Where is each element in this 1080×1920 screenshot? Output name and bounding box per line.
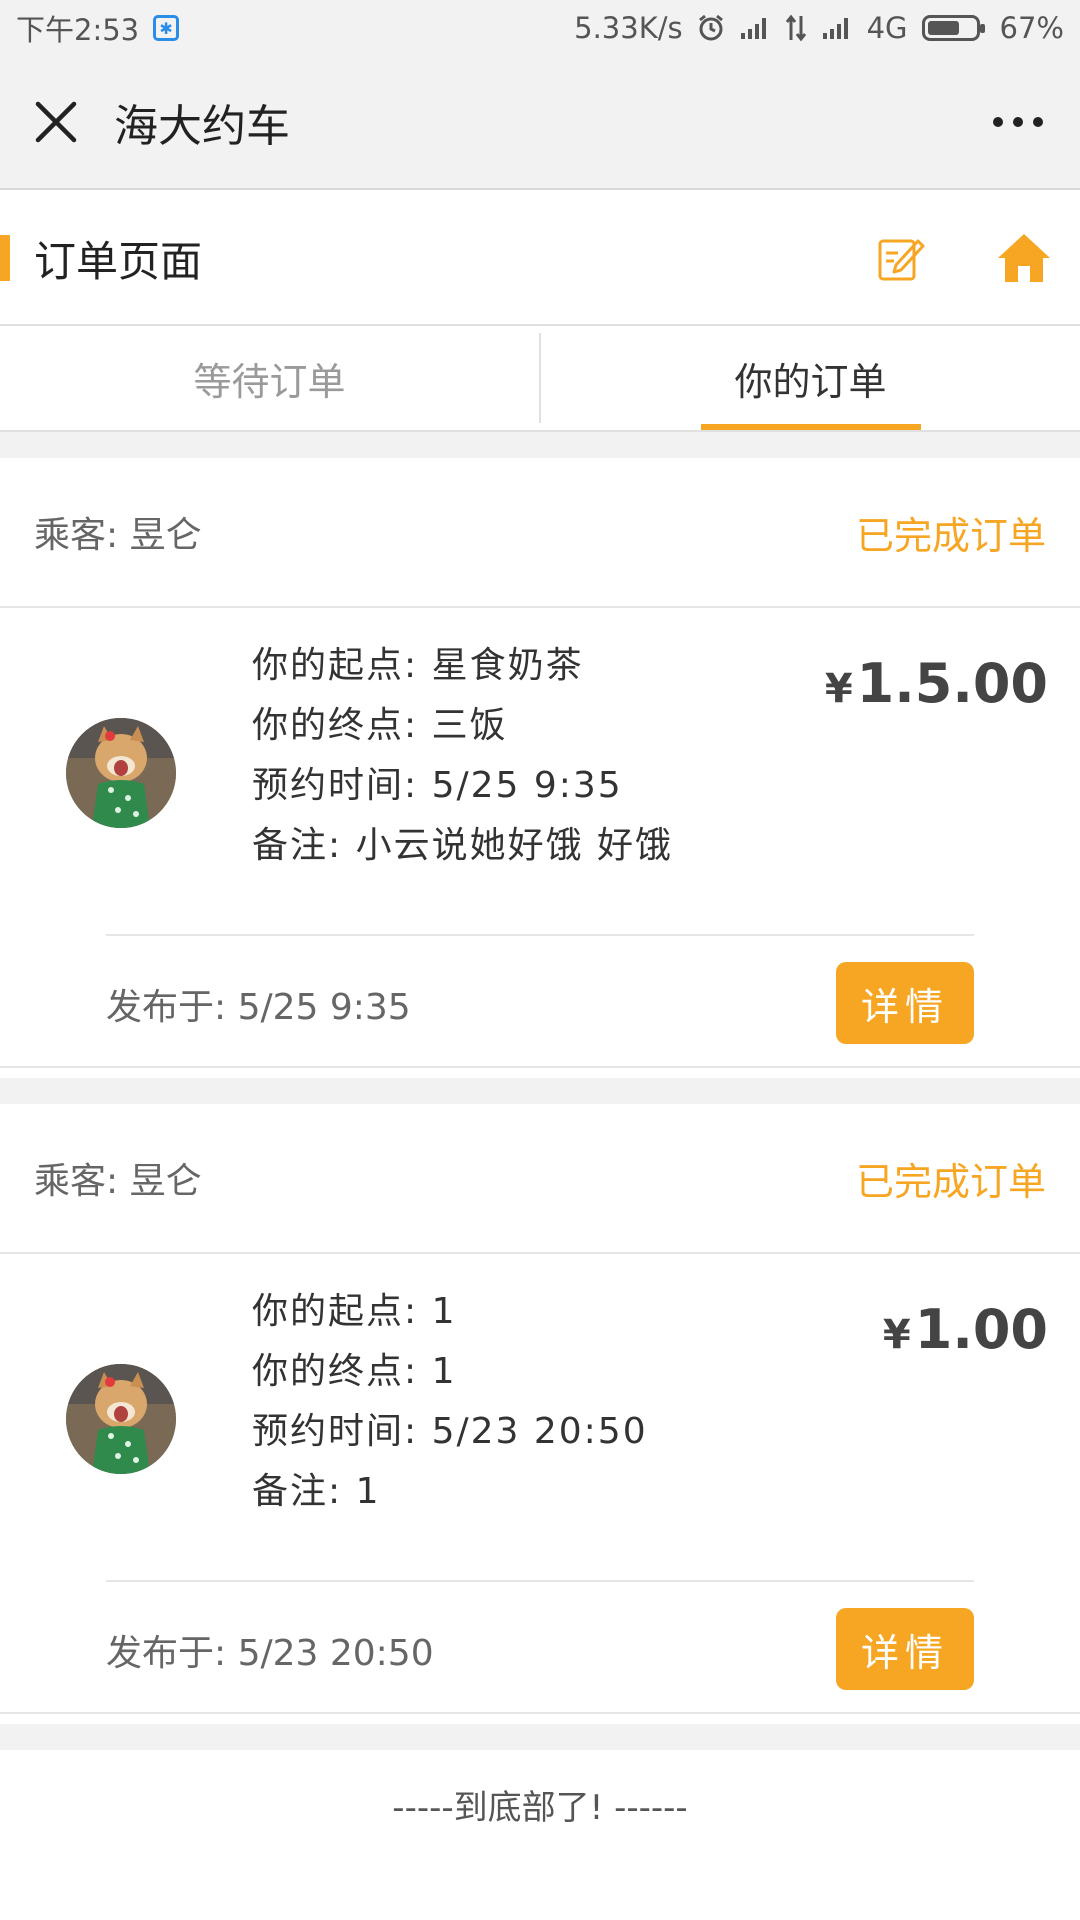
more-icon[interactable]: [988, 92, 1048, 152]
page-header: 订单页面: [0, 192, 1080, 326]
signal-icon: [740, 18, 766, 39]
order-card-footer: 发布于: 5/25 9:35 详情: [0, 938, 1080, 1068]
status-left: 下午2:53 ✱: [16, 7, 180, 49]
status-bar: 下午2:53 ✱ 5.33K/s 4G 67%: [0, 0, 1080, 56]
battery-percent: 67%: [999, 11, 1064, 45]
dog-avatar: [66, 1364, 176, 1474]
order-status: 已完成订单: [855, 1159, 1046, 1204]
order-info: 你的起点: 星食奶茶 你的终点: 三饭 预约时间: 5/25 9:35 备注: …: [252, 636, 673, 876]
order-time: 预约时间: 5/23 20:50: [252, 1411, 648, 1452]
close-icon[interactable]: [34, 100, 78, 144]
passenger-name: 乘客: 昱仑: [34, 515, 202, 556]
order-status: 已完成订单: [855, 513, 1046, 558]
app-screen: 下午2:53 ✱ 5.33K/s 4G 67% 海大约车 订单页面 等待订单 你…: [0, 0, 1080, 1920]
battery-fill: [927, 21, 959, 35]
card-divider: [106, 934, 974, 936]
order-note: 备注: 1: [252, 1471, 381, 1512]
tab-label: 等待订单: [193, 359, 346, 404]
order-start: 你的起点: 星食奶茶: [252, 645, 584, 686]
status-time: 下午2:53: [16, 13, 140, 47]
home-icon[interactable]: [996, 232, 1052, 284]
card-divider: [106, 1580, 974, 1582]
battery-icon: [921, 15, 985, 41]
status-right: 5.33K/s 4G 67%: [574, 11, 1064, 45]
order-price: ¥1.00: [883, 1298, 1048, 1361]
price-value: 1.00: [914, 1298, 1048, 1361]
list-gap: [0, 1078, 1080, 1104]
currency-symbol: ¥: [824, 666, 853, 712]
network-type: 4G: [866, 11, 908, 45]
detail-button[interactable]: 详情: [836, 962, 974, 1044]
detail-button[interactable]: 详情: [836, 1608, 974, 1690]
edit-icon[interactable]: [876, 233, 926, 283]
currency-symbol: ¥: [882, 1312, 911, 1358]
dog-avatar: [66, 718, 176, 828]
header-accent-bar: [0, 235, 10, 281]
order-card-header: 乘客: 昱仑 已完成订单: [0, 458, 1080, 608]
notification-app-icon: ✱: [153, 15, 180, 41]
order-time: 预约时间: 5/25 9:35: [252, 765, 623, 806]
tab-label: 你的订单: [734, 359, 887, 404]
order-card-footer: 发布于: 5/23 20:50 详情: [0, 1584, 1080, 1714]
order-card-body: 你的起点: 1 你的终点: 1 预约时间: 5/23 20:50 备注: 1 ¥…: [0, 1254, 1080, 1584]
page-title: 订单页面: [34, 236, 203, 286]
signal-icon-2: [822, 18, 848, 39]
order-end: 你的终点: 1: [252, 1351, 457, 1392]
header-actions: [876, 232, 1052, 284]
network-speed: 5.33K/s: [574, 11, 683, 45]
order-tabs: 等待订单 你的订单: [0, 326, 1080, 432]
order-note: 备注: 小云说她好饿 好饿: [252, 825, 674, 866]
nav-bar: 海大约车: [0, 56, 1080, 190]
nav-title: 海大约车: [114, 101, 290, 152]
order-start: 你的起点: 1: [252, 1291, 457, 1332]
order-info: 你的起点: 1 你的终点: 1 预约时间: 5/23 20:50 备注: 1: [252, 1282, 648, 1522]
list-end-text: -----到底部了! ------: [392, 1788, 688, 1828]
order-price: ¥1.5.00: [825, 652, 1048, 715]
tab-your-orders[interactable]: 你的订单: [541, 326, 1080, 430]
list-gap: [0, 1724, 1080, 1750]
order-end: 你的终点: 三饭: [252, 705, 508, 746]
order-card-header: 乘客: 昱仑 已完成订单: [0, 1104, 1080, 1254]
order-card: 乘客: 昱仑 已完成订单 你的起点: 1 你的终点: 1 预约时间: 5/23 …: [0, 1104, 1080, 1714]
price-value: 1.5.00: [856, 652, 1048, 715]
data-transfer-icon: [785, 14, 806, 42]
alarm-icon: [698, 14, 723, 41]
tab-waiting-orders[interactable]: 等待订单: [0, 326, 539, 430]
order-card: 乘客: 昱仑 已完成订单 你的起点: 星食奶茶 你的终点: 三饭 预约时间: 5…: [0, 458, 1080, 1068]
order-card-body: 你的起点: 星食奶茶 你的终点: 三饭 预约时间: 5/25 9:35 备注: …: [0, 608, 1080, 938]
posted-time: 发布于: 5/25 9:35: [106, 987, 411, 1028]
tab-active-indicator: [700, 424, 921, 430]
passenger-name: 乘客: 昱仑: [34, 1161, 202, 1202]
posted-time: 发布于: 5/23 20:50: [106, 1633, 434, 1674]
list-gap: [0, 432, 1080, 458]
